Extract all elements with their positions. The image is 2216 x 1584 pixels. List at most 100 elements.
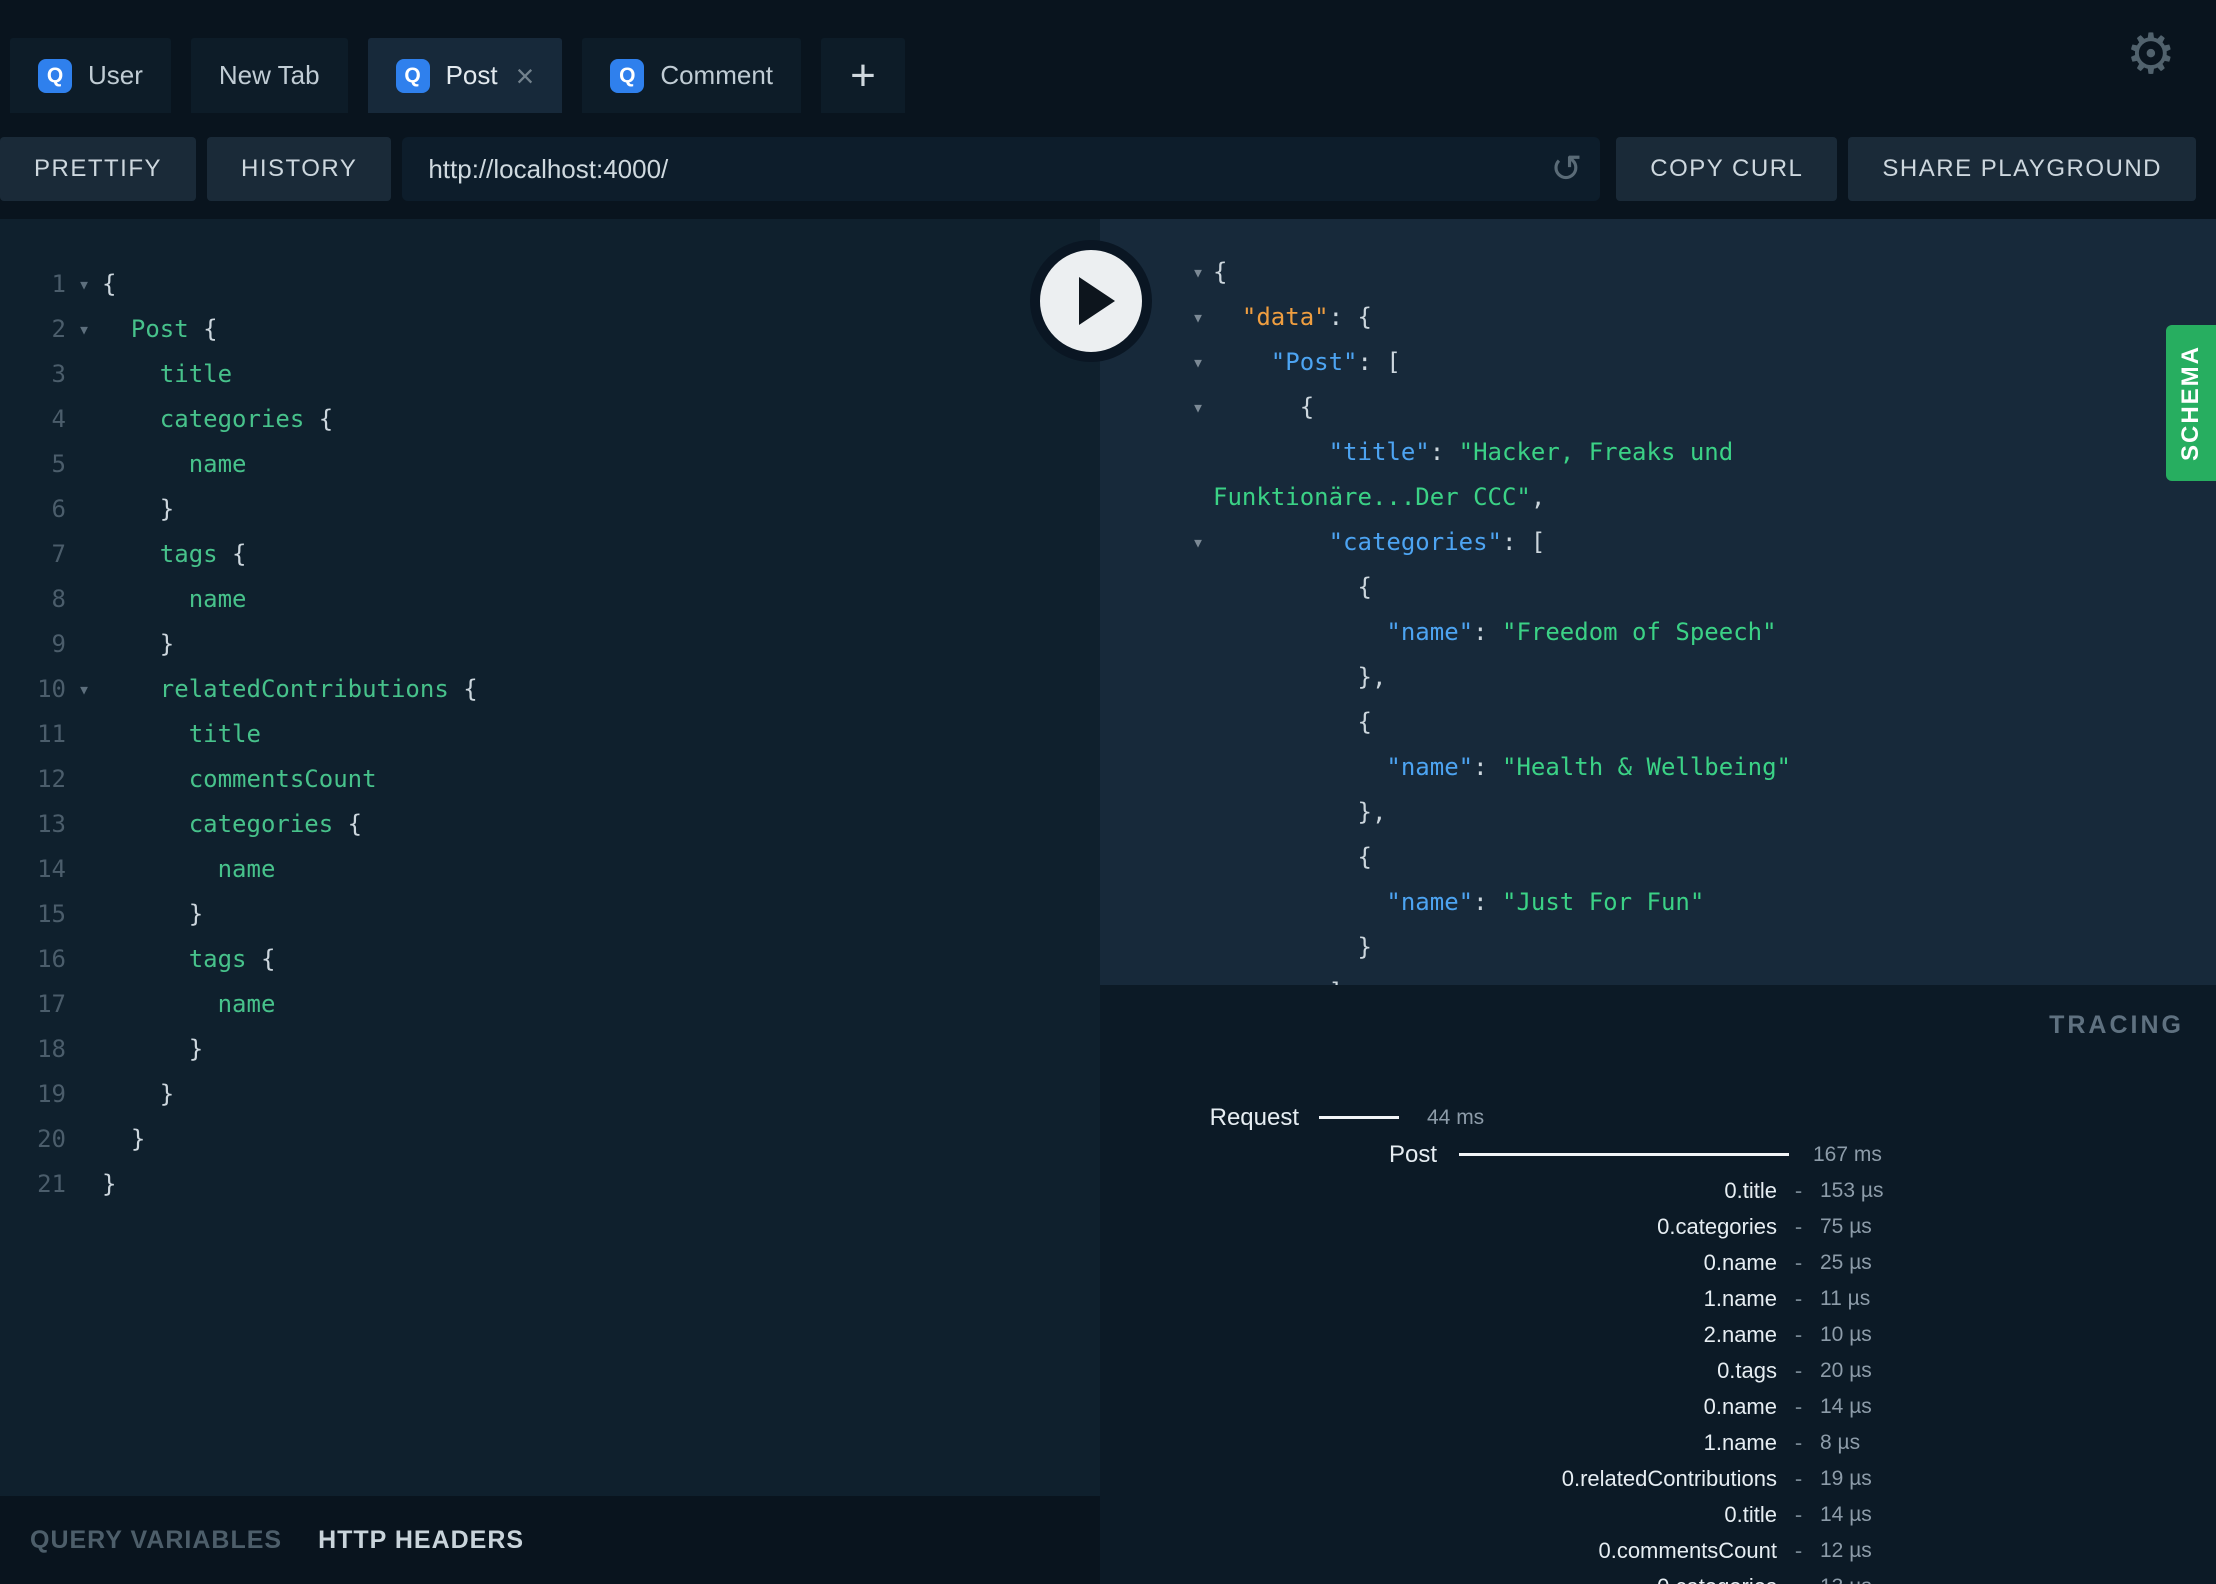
close-tab-icon[interactable]: ×	[516, 60, 535, 92]
trace-resolver-label: 2.name	[1703, 1322, 1777, 1347]
trace-span-row: Request 44 ms	[1100, 1099, 2216, 1136]
copy-curl-button[interactable]: COPY CURL	[1616, 137, 1838, 201]
code-text: tags {	[102, 937, 276, 982]
fold-arrow-icon[interactable]: ▾	[66, 667, 102, 712]
editor-bottom-bar: QUERY VARIABLES HTTP HEADERS	[0, 1496, 1100, 1584]
response-line: "name": "Health & Wellbeing"	[1100, 745, 2216, 790]
line-number: 2	[51, 315, 66, 343]
response-line: "name": "Just For Fun"	[1100, 880, 2216, 925]
response-line: Funktionäre...Der CCC",	[1100, 475, 2216, 520]
response-line: ▾ {	[1100, 385, 2216, 430]
code-token: }	[102, 1170, 117, 1198]
code-token: title	[159, 360, 233, 388]
fold-arrow-icon[interactable]: ▾	[1100, 520, 1204, 565]
tab-user[interactable]: Q User	[10, 38, 171, 113]
code-text: }	[102, 1162, 116, 1207]
tabs-row: Q User New Tab Q Post × Q Comment +	[10, 38, 906, 113]
trace-dash: -	[1794, 1322, 1803, 1347]
prettify-button[interactable]: PRETTIFY	[0, 137, 197, 201]
code-text: categories {	[102, 802, 362, 847]
code-token: {	[1213, 708, 1372, 736]
add-tab-button[interactable]: +	[821, 38, 906, 113]
history-button[interactable]: HISTORY	[207, 137, 392, 201]
execute-query-button[interactable]	[1030, 240, 1152, 362]
code-token: "title"	[1328, 438, 1430, 466]
code-token: name	[188, 450, 247, 478]
trace-resolver-label: 0.tags	[1717, 1358, 1777, 1383]
trace-resolver-duration: 25 µs	[1820, 1251, 1872, 1274]
trace-resolver-label: 0.name	[1703, 1394, 1777, 1419]
line-number: 20	[37, 1125, 66, 1153]
line-number: 11	[37, 720, 66, 748]
code-token: Funktionäre...Der CCC"	[1213, 483, 1531, 511]
editor-line: 3 title	[0, 352, 1100, 397]
code-token: {	[188, 315, 218, 343]
code-token: "Just For Fun"	[1502, 888, 1705, 916]
fold-arrow-icon[interactable]: ▾	[66, 262, 102, 307]
code-token: "name"	[1386, 618, 1474, 646]
code-token: : [	[1357, 348, 1401, 376]
line-number: 9	[51, 630, 66, 658]
code-text: }	[1204, 925, 1371, 970]
editor-line: 21}	[0, 1162, 1100, 1207]
code-token: :	[1473, 888, 1502, 916]
fold-arrow-icon[interactable]: ▾	[66, 307, 102, 352]
trace-resolver-duration: 20 µs	[1820, 1359, 1872, 1382]
code-token: },	[1213, 663, 1387, 691]
trace-resolver-duration: 13 µs	[1820, 1575, 1872, 1584]
trace-resolver-row: 0.name -25 µs	[1100, 1245, 2216, 1281]
code-token: "categories"	[1328, 528, 1502, 556]
tab-bar: Q User New Tab Q Post × Q Comment	[10, 38, 802, 113]
tab-query-variables[interactable]: QUERY VARIABLES	[30, 1526, 282, 1555]
trace-resolver-label: 0.relatedContributions	[1561, 1466, 1777, 1491]
code-token: "name"	[1386, 753, 1474, 781]
code-token: tags	[188, 945, 247, 973]
code-text: "Post": [	[1204, 340, 1401, 385]
share-playground-button[interactable]: SHARE PLAYGROUND	[1848, 137, 2196, 201]
trace-resolver-duration: 14 µs	[1820, 1503, 1872, 1526]
code-token: name	[188, 585, 247, 613]
reload-schema-icon[interactable]: ↺	[1550, 147, 1582, 192]
trace-dash: -	[1794, 1538, 1803, 1563]
fold-arrow-icon[interactable]: ▾	[1100, 385, 1204, 430]
trace-resolver-row: 0.commentsCount -12 µs	[1100, 1533, 2216, 1569]
response-line: {	[1100, 565, 2216, 610]
tab-post[interactable]: Q Post ×	[367, 38, 563, 113]
response-line: {	[1100, 700, 2216, 745]
schema-side-tab[interactable]: SCHEMA	[2166, 325, 2216, 481]
tab-http-headers[interactable]: HTTP HEADERS	[318, 1526, 524, 1555]
trace-resolver-row: 0.categories-13 µs	[1100, 1569, 2216, 1584]
tab-new-tab[interactable]: New Tab	[190, 38, 348, 113]
settings-gear-icon[interactable]: ⚙	[2126, 26, 2176, 82]
trace-dash: -	[1794, 1466, 1803, 1491]
code-text: {	[1204, 385, 1314, 430]
code-text: name	[102, 982, 276, 1027]
code-text: {	[1204, 835, 1371, 880]
line-number: 19	[37, 1080, 66, 1108]
tab-comment[interactable]: Q Comment	[582, 38, 802, 113]
editor-line: 2 ▾ Post {	[0, 307, 1100, 352]
editor-line: 16 tags {	[0, 937, 1100, 982]
endpoint-url-input[interactable]	[402, 137, 1601, 201]
query-editor[interactable]: 1 ▾{2 ▾ Post {3 title 4 categories {5 name 6…	[0, 219, 1100, 1584]
response-line: ]	[1100, 970, 2216, 985]
trace-dash: -	[1794, 1178, 1803, 1203]
